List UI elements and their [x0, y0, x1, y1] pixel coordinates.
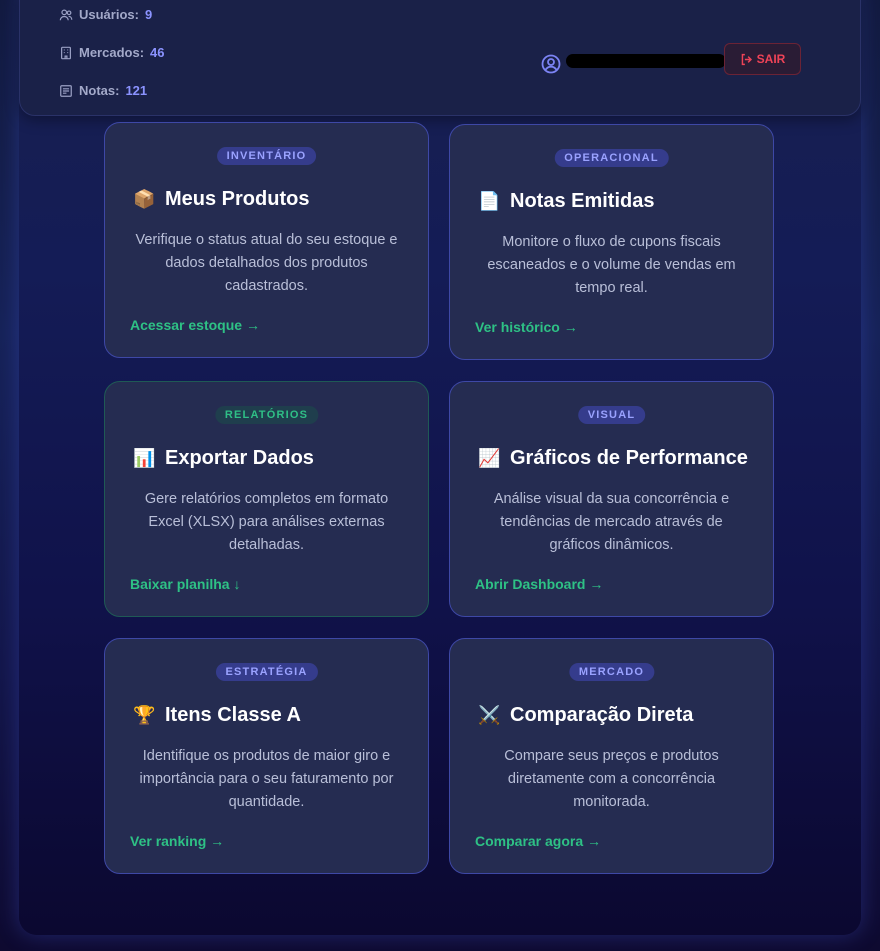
- card-badge: OPERACIONAL: [554, 149, 669, 167]
- card-title-text: Itens Classe A: [165, 704, 301, 726]
- card-title-text: Notas Emitidas: [510, 190, 655, 212]
- card-link-dashboard[interactable]: Abrir Dashboard →: [475, 576, 603, 592]
- card-link-historico[interactable]: Ver histórico →: [475, 319, 578, 335]
- stat-markets-label: Mercados:: [79, 45, 145, 60]
- card-exportar-dados[interactable]: RELATÓRIOS 📊 Exportar Dados Gere relatór…: [104, 381, 429, 617]
- card-description: Verifique o status atual do seu estoque …: [135, 232, 398, 294]
- trend-chart-icon: 📈: [478, 448, 501, 469]
- stat-users-value: 9: [144, 7, 153, 22]
- card-badge: MERCADO: [568, 663, 655, 681]
- building-icon: [61, 46, 71, 59]
- card-description: Gere relatórios completos em formato Exc…: [144, 491, 389, 553]
- stat-users-label: Usuários:: [79, 7, 139, 22]
- card-link-planilha[interactable]: Baixar planilha ↓: [130, 576, 240, 592]
- card-title-text: Exportar Dados: [165, 447, 314, 469]
- card-title: 📈 Gráficos de Performance: [478, 447, 753, 470]
- card-title: 🏆 Itens Classe A: [133, 704, 408, 727]
- card-description: Análise visual da sua concorrência e ten…: [493, 491, 730, 553]
- logout-label: SAIR: [756, 52, 786, 66]
- card-title: ⚔️ Comparação Direta: [478, 704, 753, 727]
- card-title-text: Gráficos de Performance: [510, 447, 748, 469]
- card-link-comparar[interactable]: Comparar agora →: [475, 833, 601, 849]
- stat-notes-label: Notas:: [79, 83, 120, 98]
- stat-users: Usuários: 9: [59, 7, 152, 22]
- stat-notes-value: 121: [125, 83, 148, 98]
- bar-chart-icon: 📊: [133, 448, 156, 469]
- stat-markets-value: 46: [150, 45, 165, 60]
- card-badge: INVENTÁRIO: [216, 147, 317, 165]
- card-notas-emitidas[interactable]: OPERACIONAL 📄 Notas Emitidas Monitore o …: [449, 124, 774, 360]
- users-icon: [59, 8, 73, 20]
- receipt-icon: [60, 84, 72, 97]
- crossed-swords-icon: ⚔️: [478, 705, 501, 726]
- card-title: 📄 Notas Emitidas: [478, 190, 753, 213]
- card-description: Monitore o fluxo de cupons fiscais escan…: [487, 234, 736, 296]
- card-description: Identifique os produtos de maior giro e …: [139, 748, 394, 810]
- box-icon: 📦: [133, 189, 156, 210]
- card-badge: VISUAL: [577, 406, 646, 424]
- trophy-icon: 🏆: [133, 705, 156, 726]
- card-meus-produtos[interactable]: INVENTÁRIO 📦 Meus Produtos Verifique o s…: [104, 122, 429, 358]
- card-title: 📊 Exportar Dados: [133, 447, 408, 470]
- document-icon: 📄: [478, 191, 501, 212]
- card-graficos-performance[interactable]: VISUAL 📈 Gráficos de Performance Análise…: [449, 381, 774, 617]
- card-badge: ESTRATÉGIA: [215, 663, 318, 681]
- stat-notes: Notas: 121: [59, 83, 147, 98]
- card-title-text: Meus Produtos: [165, 188, 310, 210]
- card-description: Compare seus preços e produtos diretamen…: [504, 748, 719, 810]
- card-itens-classe-a[interactable]: ESTRATÉGIA 🏆 Itens Classe A Identifique …: [104, 638, 429, 874]
- user-circle-icon[interactable]: [541, 54, 561, 74]
- card-badge: RELATÓRIOS: [214, 406, 319, 424]
- card-link-estoque[interactable]: Acessar estoque →: [130, 317, 260, 333]
- stat-markets: Mercados: 46: [59, 45, 165, 60]
- card-link-ranking[interactable]: Ver ranking →: [130, 833, 224, 849]
- redacted-username: [566, 54, 726, 68]
- card-title: 📦 Meus Produtos: [133, 188, 408, 211]
- card-comparacao-direta[interactable]: MERCADO ⚔️ Comparação Direta Compare seu…: [449, 638, 774, 874]
- card-title-text: Comparação Direta: [510, 704, 694, 726]
- logout-button[interactable]: SAIR: [724, 43, 801, 75]
- logout-icon: [741, 53, 752, 65]
